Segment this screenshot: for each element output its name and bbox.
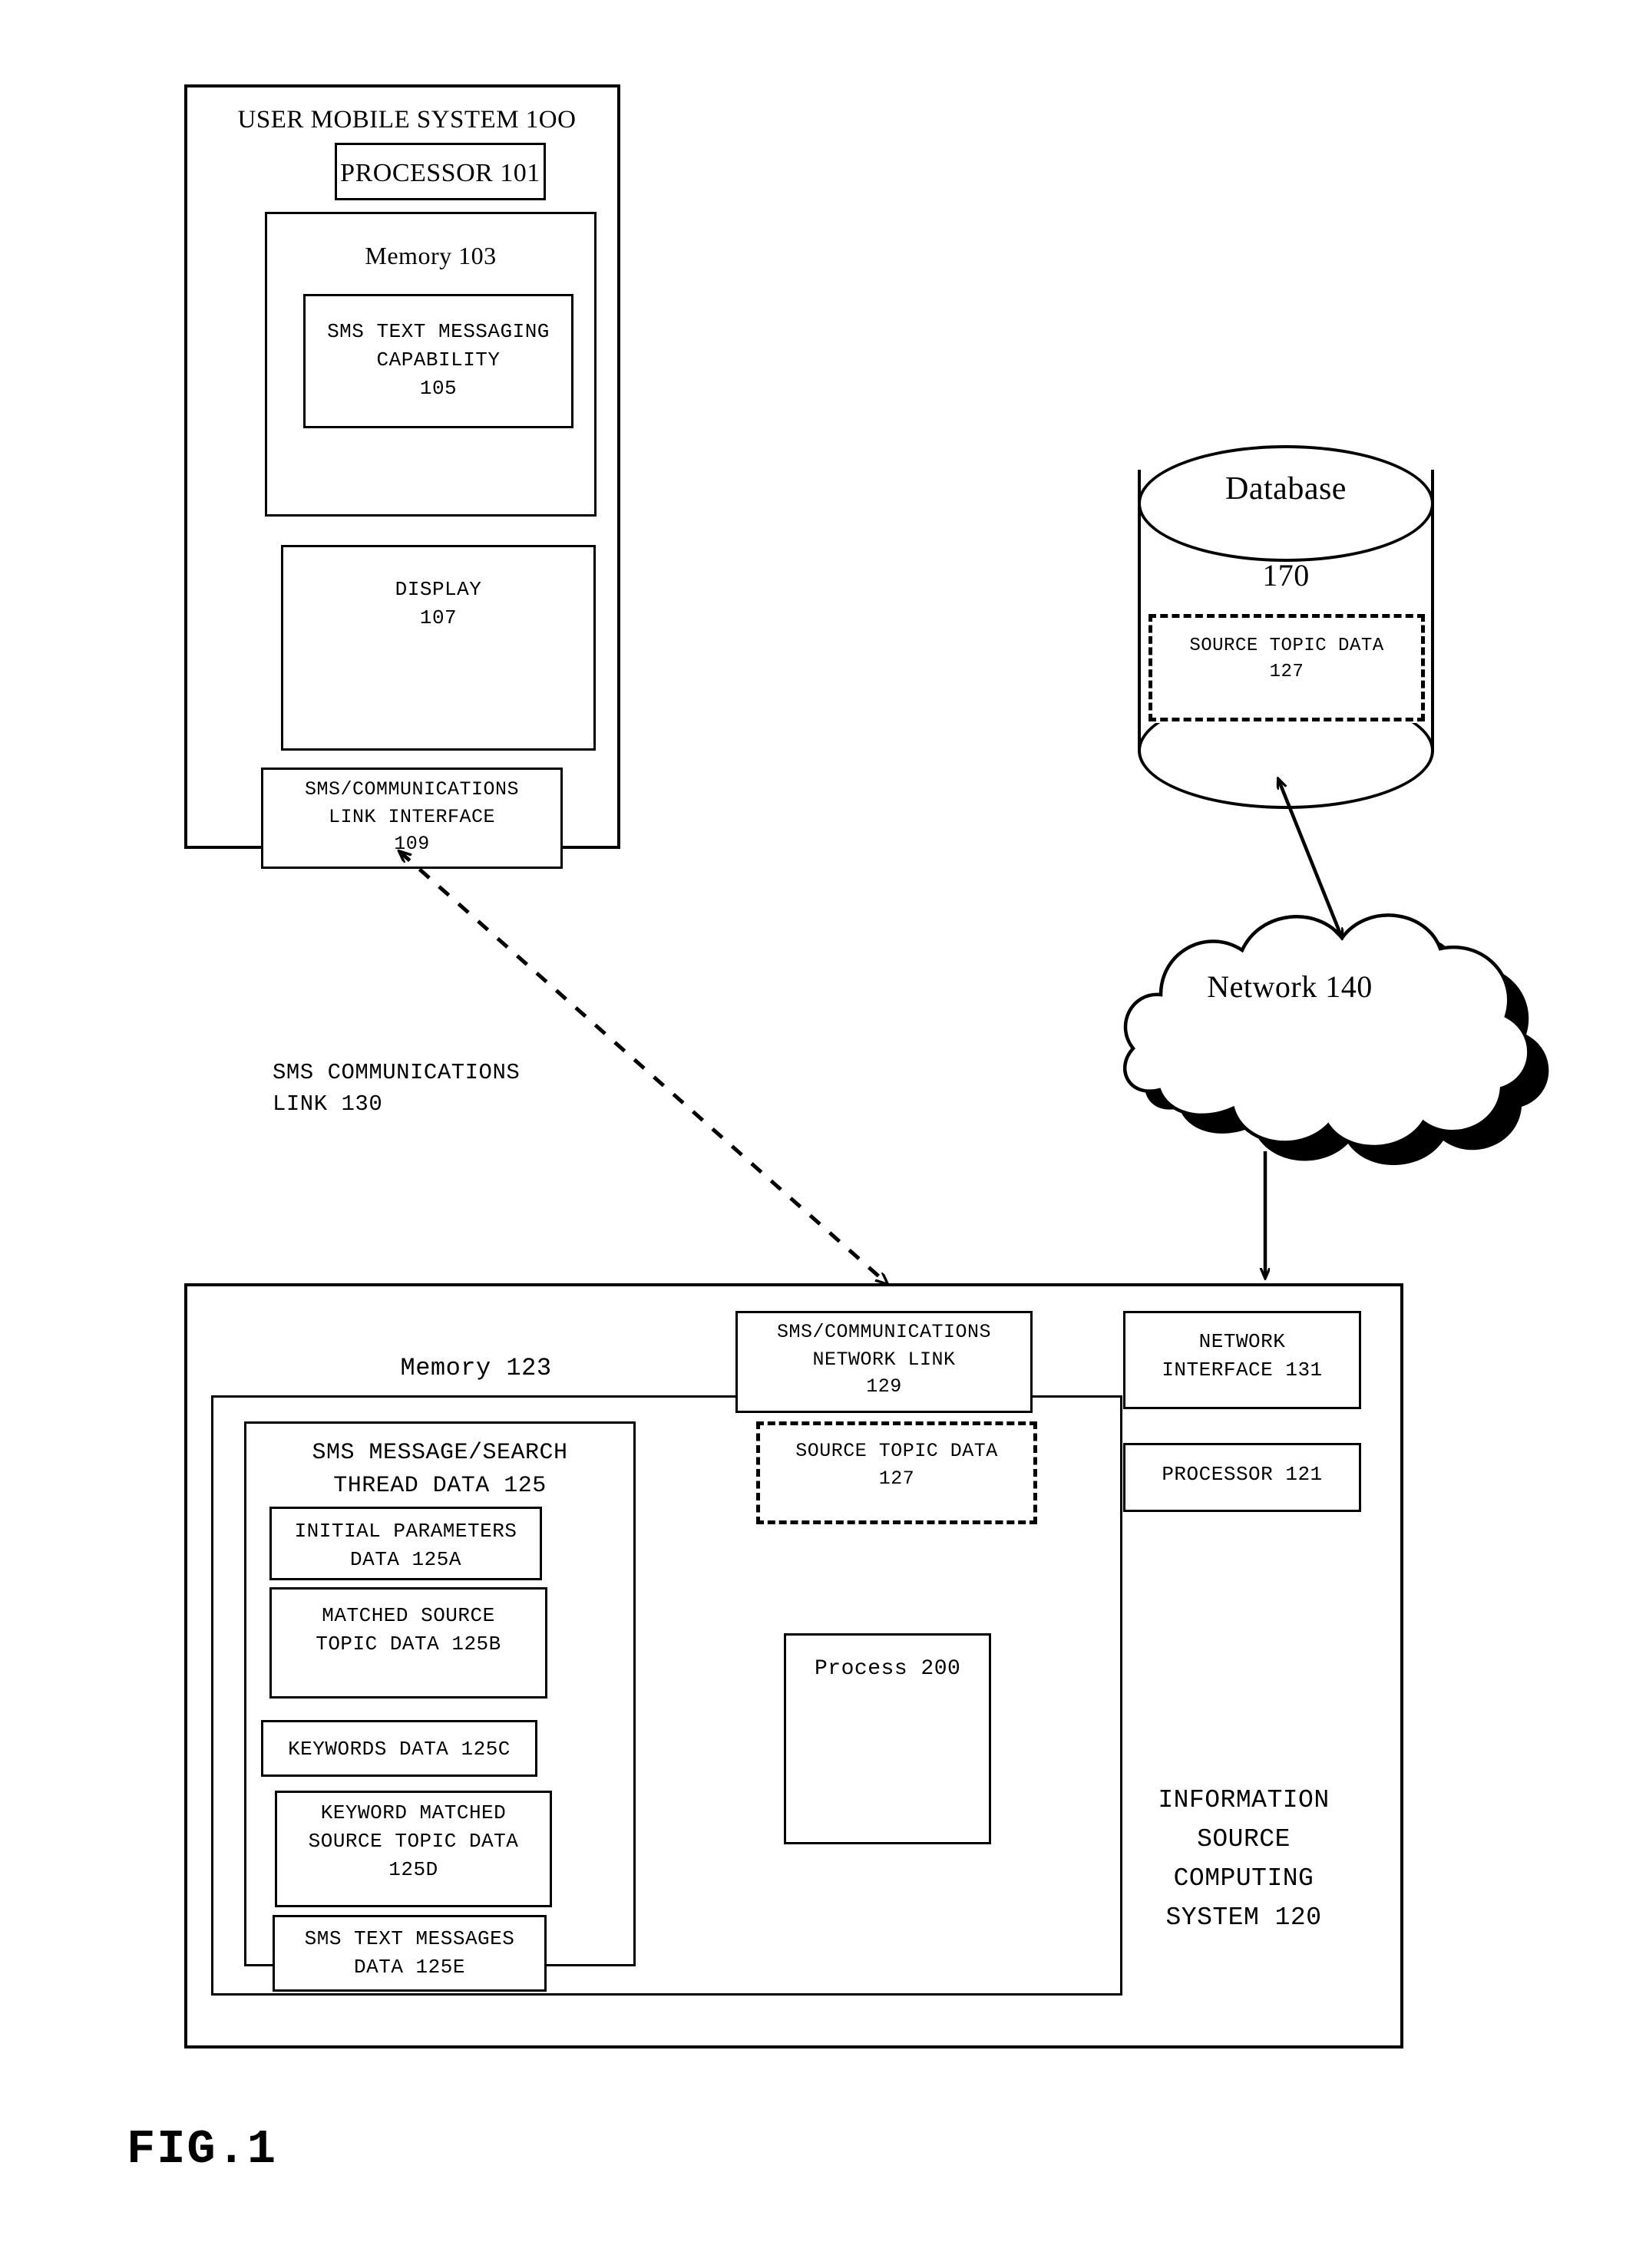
process-200-label: Process 200 — [815, 1657, 961, 1681]
network-link-129-label: SMS/COMMUNICATIONS NETWORK LINK 129 — [776, 1321, 992, 1398]
system-source-topic-data-label: SOURCE TOPIC DATA 127 — [795, 1440, 998, 1490]
processor-101-label: PROCESSOR 101 — [340, 159, 540, 187]
processor-121-label: PROCESSOR 121 — [1162, 1463, 1323, 1486]
thread-item-label-4: SMS TEXT MESSAGES DATA 125E — [304, 1927, 515, 1979]
sms-communications-link-130-label: SMS COMMUNICATIONS LINK 130 — [273, 1060, 521, 1117]
database-source-topic-data-label: SOURCE TOPIC DATA 127 — [1189, 636, 1384, 683]
database-number: 170 — [1262, 558, 1310, 593]
user-mobile-system-title: USER MOBILE SYSTEM 1OO — [237, 106, 577, 134]
thread-data-125-title: SMS MESSAGE/SEARCH THREAD DATA 125 — [312, 1440, 568, 1499]
network-140-label: Network 140 — [1207, 969, 1373, 1004]
memory-123-title: Memory 123 — [400, 1354, 552, 1382]
database-title: Database — [1225, 471, 1347, 507]
link-interface-109-label: SMS/COMMUNICATIONS LINK INTERFACE 109 — [304, 778, 520, 855]
network-cloud — [1123, 913, 1531, 1149]
display-107-label: DISPLAY 107 — [395, 578, 482, 629]
sms-capability-105-label: SMS TEXT MESSAGING CAPABILITY 105 — [327, 320, 550, 400]
figure-caption: FIG.1 — [127, 2122, 278, 2177]
figure-page: USER MOBILE SYSTEM 1OO PROCESSOR 101 Mem… — [0, 0, 1636, 2268]
network-interface-131-label: NETWORK INTERFACE 131 — [1162, 1330, 1323, 1382]
thread-item-label-1: MATCHED SOURCE TOPIC DATA 125B — [316, 1604, 501, 1656]
memory-103-title: Memory 103 — [365, 242, 497, 269]
information-source-system-title: INFORMATION SOURCE COMPUTING SYSTEM 120 — [1158, 1786, 1330, 1933]
thread-item-label-3: KEYWORD MATCHED SOURCE TOPIC DATA 125D — [308, 1801, 519, 1881]
thread-item-label-0: INITIAL PARAMETERS DATA 125A — [294, 1520, 517, 1571]
thread-item-label-2: KEYWORDS DATA 125C — [288, 1738, 511, 1761]
